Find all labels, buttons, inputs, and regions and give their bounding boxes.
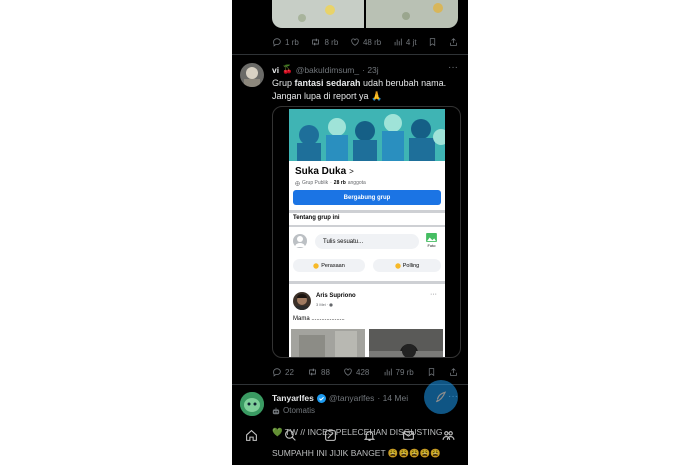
views-count: 79 rb bbox=[395, 367, 414, 377]
tweet-media-screenshot[interactable]: Suka Duka > Grup Publik · 28 rb anggota … bbox=[272, 106, 461, 358]
author-handle[interactable]: @bakuldimsum_ bbox=[296, 65, 359, 75]
post-image-1[interactable] bbox=[291, 329, 365, 357]
more-options-button[interactable]: ··· bbox=[448, 62, 458, 73]
photo-button[interactable]: Foto bbox=[426, 233, 437, 248]
reply-button[interactable]: 1 rb bbox=[272, 37, 299, 47]
like-icon bbox=[350, 37, 360, 47]
tweet-text-line-2: Jangan lupa di report ya 🙏 bbox=[272, 90, 383, 101]
tweet-text-bold: fantasi sedarah bbox=[294, 78, 361, 88]
grok-icon[interactable] bbox=[324, 429, 337, 442]
like-button[interactable]: 428 bbox=[343, 367, 369, 377]
share-icon bbox=[449, 367, 458, 377]
automated-label: Otomatis bbox=[272, 406, 315, 415]
author-name[interactable]: Tanyarlfes bbox=[272, 393, 314, 403]
messages-icon[interactable] bbox=[402, 429, 415, 442]
top-tweet-actions: 1 rb 8 rb 48 rb 4 jt bbox=[272, 37, 458, 47]
name-emoji: 🍒 bbox=[282, 64, 293, 74]
like-count: 428 bbox=[356, 367, 370, 377]
views-icon bbox=[393, 37, 403, 47]
tweet-actions: 22 88 428 79 rb bbox=[272, 367, 458, 377]
group-cover-image bbox=[289, 109, 445, 161]
twitter-app: 1 rb 8 rb 48 rb 4 jt vi 🍒 @bakuldimsum_ … bbox=[232, 0, 468, 465]
composer-input[interactable]: Tulis sesuatu... bbox=[315, 234, 419, 249]
bookmark-button[interactable] bbox=[428, 37, 437, 47]
compose-button[interactable] bbox=[424, 380, 458, 414]
post-author-avatar[interactable] bbox=[293, 292, 311, 310]
retweet-count: 8 rb bbox=[324, 37, 339, 47]
top-tweet-media[interactable] bbox=[272, 0, 458, 28]
about-group-heading[interactable]: Tentang grup ini bbox=[293, 215, 340, 221]
bottom-navigation bbox=[232, 425, 468, 465]
globe-icon bbox=[329, 303, 333, 307]
avatar[interactable] bbox=[240, 392, 264, 416]
communities-icon[interactable] bbox=[442, 429, 455, 442]
post-image-2[interactable] bbox=[369, 329, 443, 357]
composer-avatar bbox=[293, 234, 307, 248]
chevron-right-icon: > bbox=[349, 167, 354, 176]
reply-icon bbox=[272, 37, 282, 47]
reply-count: 22 bbox=[285, 367, 294, 377]
join-group-button[interactable]: Bergabung grup bbox=[293, 190, 441, 205]
poll-chip[interactable]: Polling bbox=[373, 259, 441, 272]
post-more-button[interactable]: ··· bbox=[430, 291, 437, 298]
tweet-time[interactable]: · 14 Mei bbox=[377, 393, 408, 403]
tweet-header: vi 🍒 @bakuldimsum_ · 23j bbox=[272, 64, 379, 75]
globe-icon bbox=[295, 180, 300, 186]
verified-icon bbox=[316, 393, 326, 403]
divider bbox=[232, 54, 468, 55]
group-title[interactable]: Suka Duka > bbox=[295, 166, 354, 177]
tweet-header: Tanyarlfes @tanyarlfes · 14 Mei bbox=[272, 393, 408, 403]
divider bbox=[289, 281, 445, 284]
share-icon bbox=[449, 37, 458, 47]
reply-icon bbox=[272, 367, 282, 377]
search-icon[interactable] bbox=[284, 429, 297, 442]
bookmark-icon bbox=[428, 37, 437, 47]
post-author-name[interactable]: Aris Supriono bbox=[316, 293, 356, 299]
feeling-chip[interactable]: Perasaan bbox=[293, 259, 365, 272]
views-icon bbox=[383, 367, 393, 377]
compose-icon bbox=[434, 390, 448, 404]
share-button[interactable] bbox=[449, 37, 458, 47]
retweet-count: 88 bbox=[321, 367, 330, 377]
share-button[interactable] bbox=[449, 367, 458, 377]
bookmark-icon bbox=[427, 367, 436, 377]
views-button[interactable]: 79 rb bbox=[383, 367, 414, 377]
author-name[interactable]: vi bbox=[272, 65, 279, 75]
avatar[interactable] bbox=[240, 63, 264, 87]
photo-icon bbox=[426, 233, 437, 242]
like-button[interactable]: 48 rb bbox=[350, 37, 381, 47]
retweet-button[interactable]: 8 rb bbox=[310, 37, 338, 47]
like-icon bbox=[343, 367, 353, 377]
author-handle[interactable]: @tanyarlfes bbox=[329, 393, 374, 403]
home-icon[interactable] bbox=[245, 429, 258, 442]
notifications-icon[interactable] bbox=[363, 429, 376, 442]
like-count: 48 rb bbox=[362, 37, 382, 47]
views-count: 4 jt bbox=[405, 37, 417, 47]
media-image-2[interactable] bbox=[366, 0, 458, 28]
tweet-time[interactable]: · 23j bbox=[362, 65, 379, 75]
views-button[interactable]: 4 jt bbox=[393, 37, 417, 47]
retweet-icon bbox=[310, 37, 321, 47]
retweet-icon bbox=[307, 367, 318, 377]
reply-button[interactable]: 22 bbox=[272, 367, 294, 377]
bookmark-button[interactable] bbox=[427, 367, 436, 377]
post-time: 3 Mei · bbox=[316, 302, 333, 307]
smiley-icon bbox=[313, 262, 319, 269]
poll-icon bbox=[395, 262, 401, 269]
tweet-text-line-1: Grup fantasi sedarah udah berubah nama. bbox=[272, 78, 447, 88]
group-meta: Grup Publik · 28 rb anggota bbox=[295, 180, 366, 186]
media-image-1[interactable] bbox=[272, 0, 364, 28]
divider bbox=[289, 210, 445, 213]
post-text: Mama .................... bbox=[293, 316, 345, 322]
reply-count: 1 rb bbox=[285, 37, 299, 47]
robot-icon bbox=[272, 407, 280, 415]
divider bbox=[289, 225, 445, 227]
facebook-group-screenshot: Suka Duka > Grup Publik · 28 rb anggota … bbox=[289, 109, 445, 357]
tweet-text: Grup fantasi sedarah udah berubah nama. … bbox=[272, 77, 462, 102]
retweet-button[interactable]: 88 bbox=[307, 367, 330, 377]
